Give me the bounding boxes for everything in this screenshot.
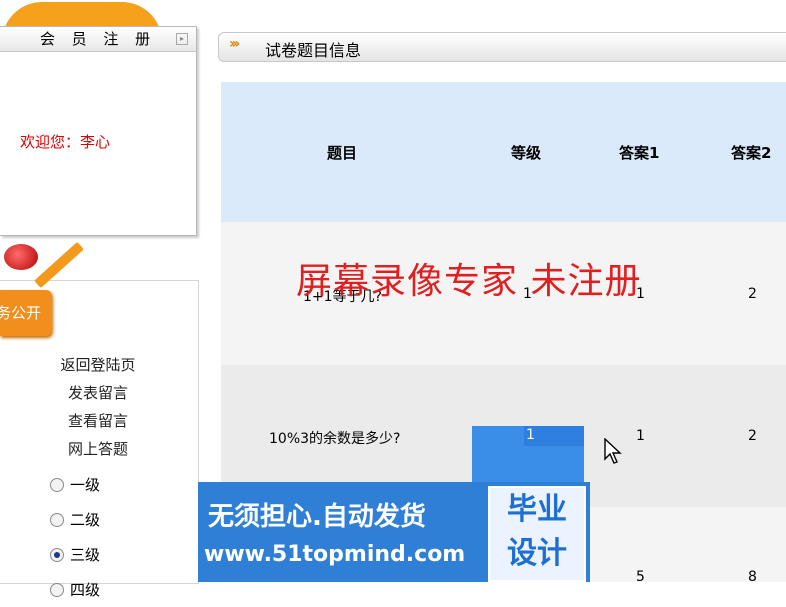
nav-links: 返回登陆页 发表留言 查看留言 网上答题 — [0, 351, 196, 463]
nav-link-back-login[interactable]: 返回登陆页 — [0, 351, 196, 379]
cell-answer1: 5 — [636, 569, 645, 585]
level-option-3[interactable]: 三级 — [50, 537, 100, 572]
ad-logo-line1: 毕业 — [507, 492, 567, 527]
triple-chevron-icon: ››› — [229, 36, 240, 52]
level-label: 二级 — [70, 511, 101, 529]
level-option-4[interactable]: 四级 — [50, 572, 100, 607]
member-register-title: 会 员 注 册 — [39, 30, 157, 48]
nav-link-post-message[interactable]: 发表留言 — [0, 379, 196, 407]
pencil-icon — [34, 241, 84, 289]
content-title-bar: ››› 试卷题目信息 — [218, 32, 786, 62]
level-option-2[interactable]: 二级 — [50, 502, 100, 537]
pushpin-icon — [4, 244, 38, 270]
section-tab: 务公开 — [0, 290, 52, 336]
cell-answer2: 2 — [748, 286, 757, 302]
radio-button-selected[interactable] — [50, 547, 64, 562]
nav-link-view-messages[interactable]: 查看留言 — [0, 407, 196, 435]
level-label: 四级 — [70, 581, 101, 599]
level-label: 一级 — [70, 476, 101, 494]
page-title: 试卷题目信息 — [265, 41, 362, 60]
ad-logo-line2: 设计 — [507, 536, 567, 571]
ad-url[interactable]: www.51topmind.com — [204, 542, 465, 567]
cell-answer1: 1 — [636, 428, 645, 444]
level-label: 三级 — [70, 546, 101, 564]
radio-button[interactable] — [50, 582, 64, 597]
nav-link-online-quiz[interactable]: 网上答题 — [0, 435, 196, 463]
mouse-cursor-icon — [604, 438, 622, 464]
cell-answer2: 2 — [748, 428, 757, 444]
member-register-panel: 会 员 注 册 ▸ 欢迎您：李心 — [0, 26, 197, 236]
table-header: 题目 等级 答案1 答案2 — [221, 82, 786, 222]
column-header-answer2: 答案2 — [731, 144, 772, 162]
recorder-watermark: 屏幕录像专家 未注册 — [296, 261, 642, 302]
ad-logo-box: 毕业 设计 — [488, 486, 586, 582]
cell-level: 1 — [526, 427, 535, 443]
welcome-text: 欢迎您：李心 — [20, 133, 111, 151]
collapse-icon[interactable]: ▸ — [176, 33, 188, 45]
cell-answer2: 8 — [748, 569, 757, 585]
radio-button[interactable] — [50, 477, 64, 492]
column-header-question: 题目 — [327, 144, 358, 162]
column-header-answer1: 答案1 — [619, 144, 660, 162]
member-register-header: 会 员 注 册 ▸ — [0, 27, 196, 52]
ad-banner[interactable]: 无须担心.自动发货 www.51topmind.com 毕业 设计 — [198, 482, 590, 582]
radio-button[interactable] — [50, 512, 64, 527]
level-radio-group: 一级 二级 三级 四级 — [50, 467, 100, 607]
ad-slogan: 无须担心.自动发货 — [208, 502, 426, 532]
selected-level-cell: 1 — [524, 426, 584, 446]
cell-question: 10%3的余数是多少? — [269, 431, 401, 447]
column-header-level: 等级 — [511, 144, 542, 162]
level-option-1[interactable]: 一级 — [50, 467, 100, 502]
